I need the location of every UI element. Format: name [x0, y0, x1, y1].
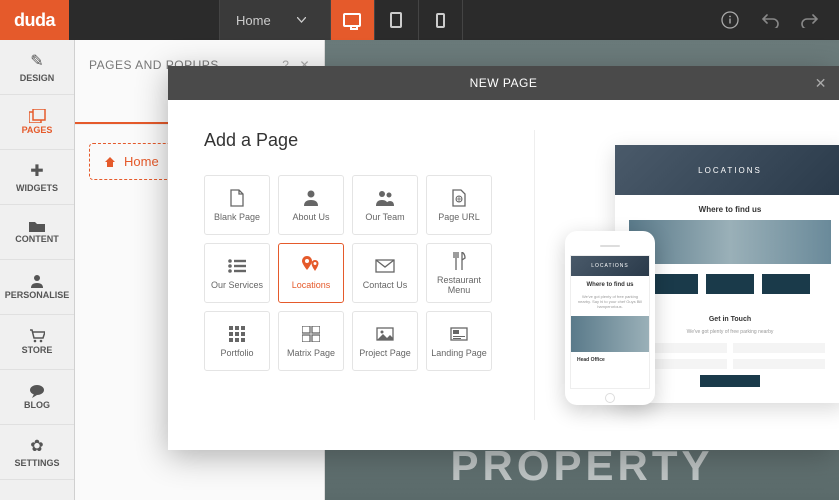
- cart-icon: [29, 329, 45, 343]
- sidebar-item-label: SETTINGS: [14, 458, 59, 468]
- sidebar-item-pages[interactable]: PAGES: [0, 95, 74, 150]
- team-icon: [375, 187, 395, 209]
- page-item-label: Home: [124, 154, 159, 169]
- chat-icon: [29, 384, 45, 398]
- template-preview: LOCATIONS Where to find us Get in Touch …: [534, 130, 839, 420]
- device-mobile-button[interactable]: [419, 0, 463, 40]
- cutlery-icon: [452, 250, 466, 272]
- brand-logo: duda: [0, 0, 69, 40]
- home-icon: [104, 156, 116, 168]
- pages-icon: [29, 109, 46, 123]
- preview-mobile-text: We've got plenty of free parking nearby.…: [571, 294, 649, 316]
- card-label: Page URL: [438, 213, 480, 223]
- sidebar-item-personalise[interactable]: PERSONALISE: [0, 260, 74, 315]
- sidebar-item-label: DESIGN: [20, 73, 55, 83]
- list-icon: [228, 255, 246, 277]
- card-label: Project Page: [359, 349, 411, 359]
- page-selector-label: Home: [236, 13, 271, 28]
- template-contact-us[interactable]: Contact Us: [352, 243, 418, 303]
- preview-mobile-sub: Where to find us: [571, 276, 649, 294]
- template-grid: Blank Page About Us Our Team Page URL Ou…: [204, 175, 504, 371]
- card-label: Our Team: [365, 213, 404, 223]
- sidebar-item-label: STORE: [22, 345, 53, 355]
- card-label: Portfolio: [220, 349, 253, 359]
- close-icon[interactable]: ✕: [815, 75, 827, 92]
- image-icon: [376, 323, 394, 345]
- sidebar-item-blog[interactable]: BLOG: [0, 370, 74, 425]
- brush-icon: ✎: [30, 51, 43, 71]
- card-label: Locations: [292, 281, 331, 291]
- gear-icon: ✿: [30, 436, 43, 456]
- plus-icon: ✚: [30, 161, 43, 181]
- card-label: Our Services: [211, 281, 263, 291]
- template-matrix-page[interactable]: Matrix Page: [278, 311, 344, 371]
- sidebar-item-widgets[interactable]: ✚ WIDGETS: [0, 150, 74, 205]
- device-tablet-button[interactable]: [375, 0, 419, 40]
- sidebar-item-label: PERSONALISE: [5, 290, 70, 300]
- folder-icon: [29, 220, 45, 232]
- card-label: Blank Page: [214, 213, 260, 223]
- info-icon[interactable]: [719, 9, 741, 31]
- preview-form-title: Get in Touch: [635, 316, 825, 323]
- device-desktop-button[interactable]: [331, 0, 375, 40]
- top-bar: duda Home: [0, 0, 839, 40]
- card-label: About Us: [292, 213, 329, 223]
- url-page-icon: [452, 187, 466, 209]
- envelope-icon: [375, 255, 395, 277]
- sidebar-item-design[interactable]: ✎ DESIGN: [0, 40, 74, 95]
- preview-mobile-hero: LOCATIONS: [571, 256, 649, 276]
- preview-mobile: LOCATIONS Where to find us We've got ple…: [565, 231, 655, 405]
- sidebar-item-store[interactable]: STORE: [0, 315, 74, 370]
- template-blank-page[interactable]: Blank Page: [204, 175, 270, 235]
- preview-subtitle: Where to find us: [629, 205, 831, 214]
- grid-icon: [229, 323, 245, 345]
- modal-heading: Add a Page: [204, 130, 504, 151]
- tablet-icon: [390, 12, 402, 28]
- template-our-services[interactable]: Our Services: [204, 243, 270, 303]
- preview-hero: LOCATIONS: [615, 145, 839, 195]
- desktop-icon: [343, 13, 361, 27]
- template-about-us[interactable]: About Us: [278, 175, 344, 235]
- redo-icon[interactable]: [799, 9, 821, 31]
- landing-icon: [450, 323, 468, 345]
- sidebar-item-content[interactable]: CONTENT: [0, 205, 74, 260]
- template-page-url[interactable]: Page URL: [426, 175, 492, 235]
- card-label: Matrix Page: [287, 349, 335, 359]
- sidebar-item-label: CONTENT: [15, 234, 59, 244]
- sidebar-item-label: PAGES: [22, 125, 53, 135]
- mobile-icon: [436, 13, 445, 28]
- topbar-right: [719, 9, 839, 31]
- location-pin-icon: [302, 255, 320, 277]
- template-landing-page[interactable]: Landing Page: [426, 311, 492, 371]
- matrix-icon: [302, 323, 320, 345]
- template-project-page[interactable]: Project Page: [352, 311, 418, 371]
- undo-icon[interactable]: [759, 9, 781, 31]
- person-icon: [304, 187, 318, 209]
- person-icon: [30, 274, 44, 288]
- left-sidebar: ✎ DESIGN PAGES ✚ WIDGETS CONTENT PERSONA…: [0, 40, 75, 500]
- page-icon: [230, 187, 244, 209]
- device-switcher: [331, 0, 463, 40]
- page-selector[interactable]: Home: [219, 0, 331, 40]
- template-portfolio[interactable]: Portfolio: [204, 311, 270, 371]
- sidebar-item-settings[interactable]: ✿ SETTINGS: [0, 425, 74, 480]
- preview-mobile-office: Head Office: [571, 352, 649, 368]
- card-label: Contact Us: [363, 281, 408, 291]
- sidebar-item-label: BLOG: [24, 400, 50, 410]
- template-restaurant-menu[interactable]: Restaurant Menu: [426, 243, 492, 303]
- chevron-down-icon: [297, 17, 306, 23]
- card-label: Landing Page: [431, 349, 487, 359]
- modal-title: NEW PAGE: [470, 76, 538, 90]
- template-locations[interactable]: Locations: [278, 243, 344, 303]
- card-label: Restaurant Menu: [427, 276, 491, 296]
- preview-form-text: We've got plenty of free parking nearby: [635, 329, 825, 335]
- new-page-modal: NEW PAGE ✕ Add a Page Blank Page About U…: [168, 66, 839, 450]
- modal-header: NEW PAGE ✕: [168, 66, 839, 100]
- sidebar-item-label: WIDGETS: [16, 183, 58, 193]
- template-our-team[interactable]: Our Team: [352, 175, 418, 235]
